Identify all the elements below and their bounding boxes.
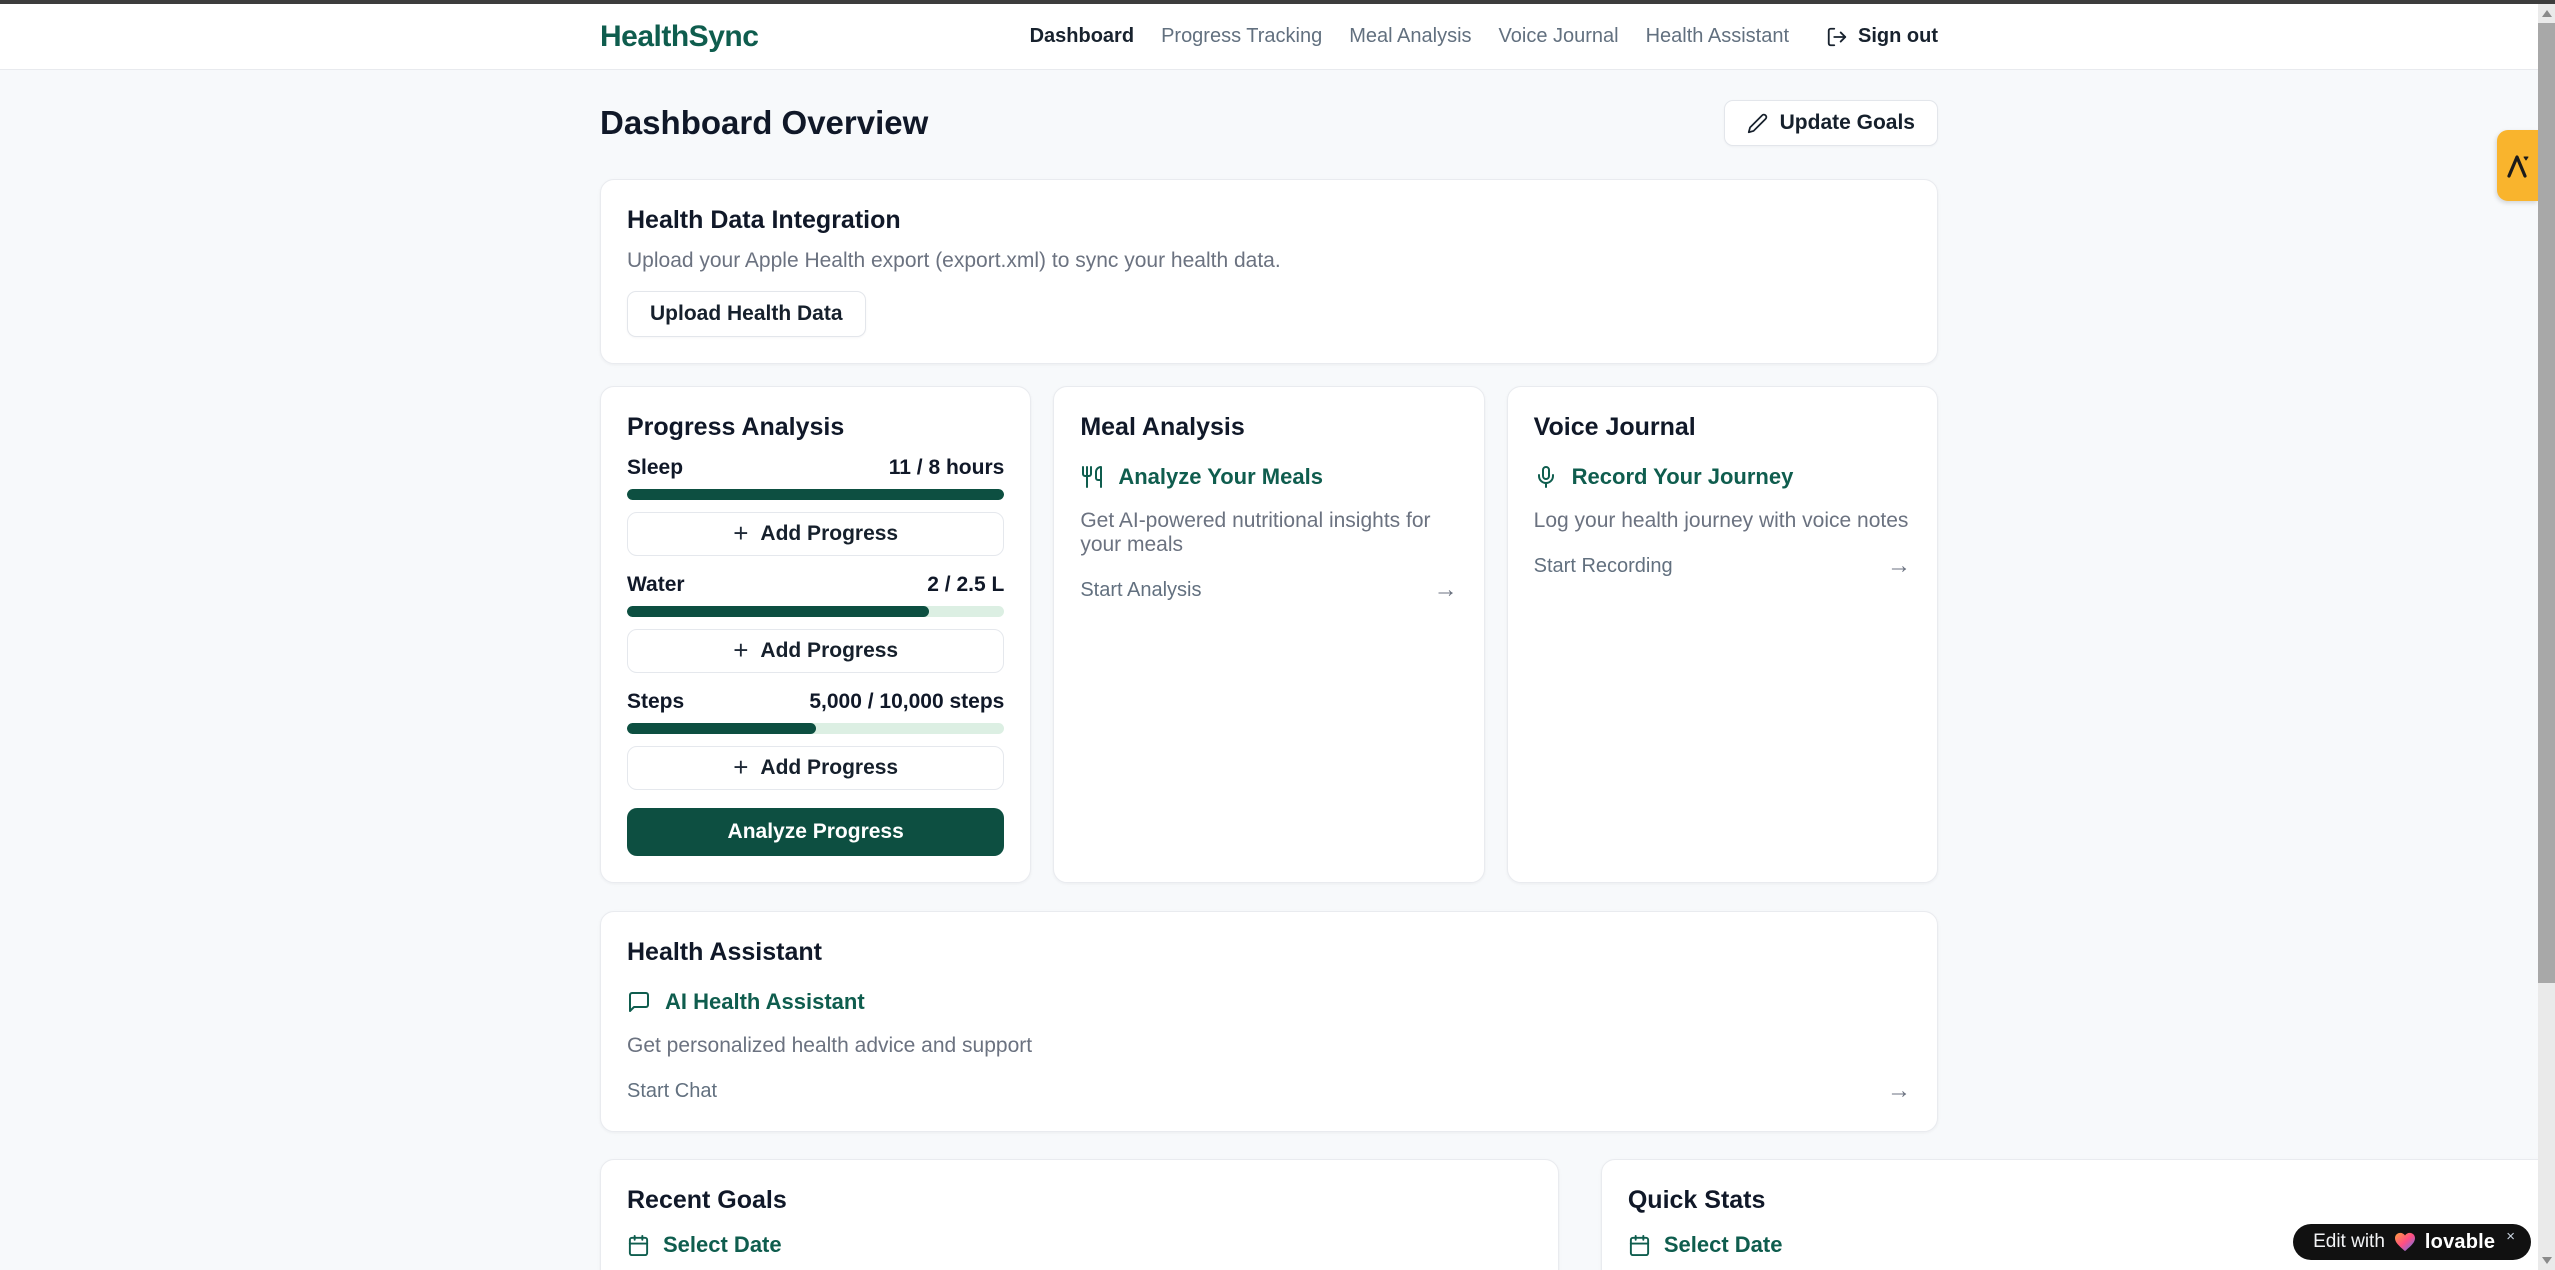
update-goals-button[interactable]: Update Goals	[1724, 100, 1938, 146]
scroll-up-arrow-icon[interactable]	[2538, 4, 2555, 23]
amber-logo-icon	[2505, 151, 2531, 181]
sign-out-label: Sign out	[1858, 25, 1938, 48]
progress-analysis-title: Progress Analysis	[627, 413, 1004, 442]
nav-health-assistant[interactable]: Health Assistant	[1646, 25, 1789, 48]
select-date-label: Select Date	[1664, 1232, 1783, 1258]
side-widget-button[interactable]	[2497, 130, 2538, 201]
add-steps-progress-button[interactable]: + Add Progress	[627, 746, 1004, 790]
meal-description: Get AI-powered nutritional insights for …	[1080, 509, 1457, 557]
nav-progress-tracking[interactable]: Progress Tracking	[1161, 25, 1322, 48]
integration-title: Health Data Integration	[627, 206, 1911, 235]
voice-journal-title: Voice Journal	[1534, 413, 1911, 442]
start-analysis-row[interactable]: Start Analysis →	[1080, 576, 1457, 604]
steps-progress-bar	[627, 723, 816, 734]
lovable-heart-icon	[2394, 1232, 2416, 1252]
water-metric: Water 2 / 2.5 L + Add Progress	[627, 573, 1004, 673]
add-progress-label: Add Progress	[760, 639, 898, 663]
water-progress-bar	[627, 606, 929, 617]
window-top-strip	[0, 0, 2555, 4]
arrow-right-icon: →	[1887, 1077, 1911, 1105]
edit-with-label: Edit with	[2313, 1231, 2385, 1253]
health-data-integration-card: Health Data Integration Upload your Appl…	[600, 179, 1938, 364]
nav-dashboard[interactable]: Dashboard	[1030, 25, 1134, 48]
upload-health-data-button[interactable]: Upload Health Data	[627, 291, 866, 337]
start-recording-label: Start Recording	[1534, 555, 1673, 578]
add-progress-label: Add Progress	[760, 756, 898, 780]
edit-with-lovable-badge[interactable]: Edit with lovable ×	[2293, 1224, 2531, 1260]
analyze-your-meals-label: Analyze Your Meals	[1118, 464, 1323, 490]
start-analysis-label: Start Analysis	[1080, 579, 1201, 602]
pencil-icon	[1747, 113, 1768, 134]
voice-journal-card: Voice Journal Record Your Journey Log yo…	[1507, 386, 1938, 883]
analyze-your-meals-link[interactable]: Analyze Your Meals	[1080, 464, 1457, 490]
sleep-progress-bar	[627, 489, 1004, 500]
select-date-label: Select Date	[663, 1232, 782, 1258]
water-value: 2 / 2.5 L	[927, 573, 1004, 597]
arrow-right-icon: →	[1887, 552, 1911, 580]
recent-goals-select-date[interactable]: Select Date	[627, 1232, 1532, 1258]
vertical-scrollbar[interactable]	[2538, 0, 2555, 1270]
recent-goals-title: Recent Goals	[627, 1186, 1532, 1215]
sleep-value: 11 / 8 hours	[889, 456, 1005, 480]
start-chat-label: Start Chat	[627, 1080, 717, 1103]
record-your-journey-label: Record Your Journey	[1572, 464, 1794, 490]
scroll-down-arrow-icon[interactable]	[2538, 1251, 2555, 1270]
sleep-progress-track	[627, 489, 1004, 500]
health-assistant-card: Health Assistant AI Health Assistant Get…	[600, 911, 1938, 1132]
sign-out-button[interactable]: Sign out	[1826, 25, 1938, 48]
main-nav: Dashboard Progress Tracking Meal Analysi…	[1030, 25, 1938, 48]
page-title: Dashboard Overview	[600, 104, 928, 142]
utensils-icon	[1080, 465, 1104, 489]
ai-health-assistant-label: AI Health Assistant	[665, 989, 865, 1015]
water-progress-track	[627, 606, 1004, 617]
voice-description: Log your health journey with voice notes	[1534, 509, 1911, 533]
nav-voice-journal[interactable]: Voice Journal	[1499, 25, 1619, 48]
chat-bubble-icon	[627, 990, 651, 1014]
lovable-label: lovable	[2425, 1231, 2495, 1254]
steps-label: Steps	[627, 690, 684, 714]
record-your-journey-link[interactable]: Record Your Journey	[1534, 464, 1911, 490]
main-content: Dashboard Overview Update Goals Health D…	[0, 70, 2538, 1270]
steps-progress-track	[627, 723, 1004, 734]
ai-health-assistant-link[interactable]: AI Health Assistant	[627, 989, 1911, 1015]
analyze-progress-button[interactable]: Analyze Progress	[627, 808, 1004, 856]
brand-logo: HealthSync	[600, 20, 758, 54]
close-icon[interactable]: ×	[2506, 1228, 2515, 1245]
progress-analysis-card: Progress Analysis Sleep 11 / 8 hours + Ad…	[600, 386, 1031, 883]
recent-goals-card: Recent Goals Select Date Today Yesterday…	[600, 1159, 1559, 1270]
assistant-description: Get personalized health advice and suppo…	[627, 1034, 1911, 1058]
quick-stats-title: Quick Stats	[1628, 1186, 2533, 1215]
update-goals-label: Update Goals	[1780, 111, 1915, 135]
plus-icon: +	[733, 637, 748, 663]
water-label: Water	[627, 573, 685, 597]
health-assistant-title: Health Assistant	[627, 938, 1911, 967]
meal-analysis-card: Meal Analysis Analyze Your Meals Get AI-…	[1053, 386, 1484, 883]
plus-icon: +	[733, 520, 748, 546]
meal-analysis-title: Meal Analysis	[1080, 413, 1457, 442]
steps-value: 5,000 / 10,000 steps	[809, 690, 1004, 714]
app-window: HealthSync Dashboard Progress Tracking M…	[0, 0, 2555, 1270]
add-water-progress-button[interactable]: + Add Progress	[627, 629, 1004, 673]
steps-metric: Steps 5,000 / 10,000 steps + Add Progress	[627, 690, 1004, 790]
microphone-icon	[1534, 465, 1558, 489]
add-sleep-progress-button[interactable]: + Add Progress	[627, 512, 1004, 556]
calendar-icon	[1628, 1234, 1651, 1257]
plus-icon: +	[733, 754, 748, 780]
nav-meal-analysis[interactable]: Meal Analysis	[1349, 25, 1471, 48]
sleep-label: Sleep	[627, 456, 683, 480]
integration-description: Upload your Apple Health export (export.…	[627, 249, 1911, 273]
sleep-metric: Sleep 11 / 8 hours + Add Progress	[627, 456, 1004, 556]
scrollbar-thumb[interactable]	[2538, 23, 2555, 983]
start-recording-row[interactable]: Start Recording →	[1534, 552, 1911, 580]
add-progress-label: Add Progress	[760, 522, 898, 546]
logout-icon	[1826, 26, 1848, 48]
arrow-right-icon: →	[1434, 576, 1458, 604]
app-header: HealthSync Dashboard Progress Tracking M…	[0, 4, 2538, 70]
start-chat-row[interactable]: Start Chat →	[627, 1077, 1911, 1105]
calendar-icon	[627, 1234, 650, 1257]
